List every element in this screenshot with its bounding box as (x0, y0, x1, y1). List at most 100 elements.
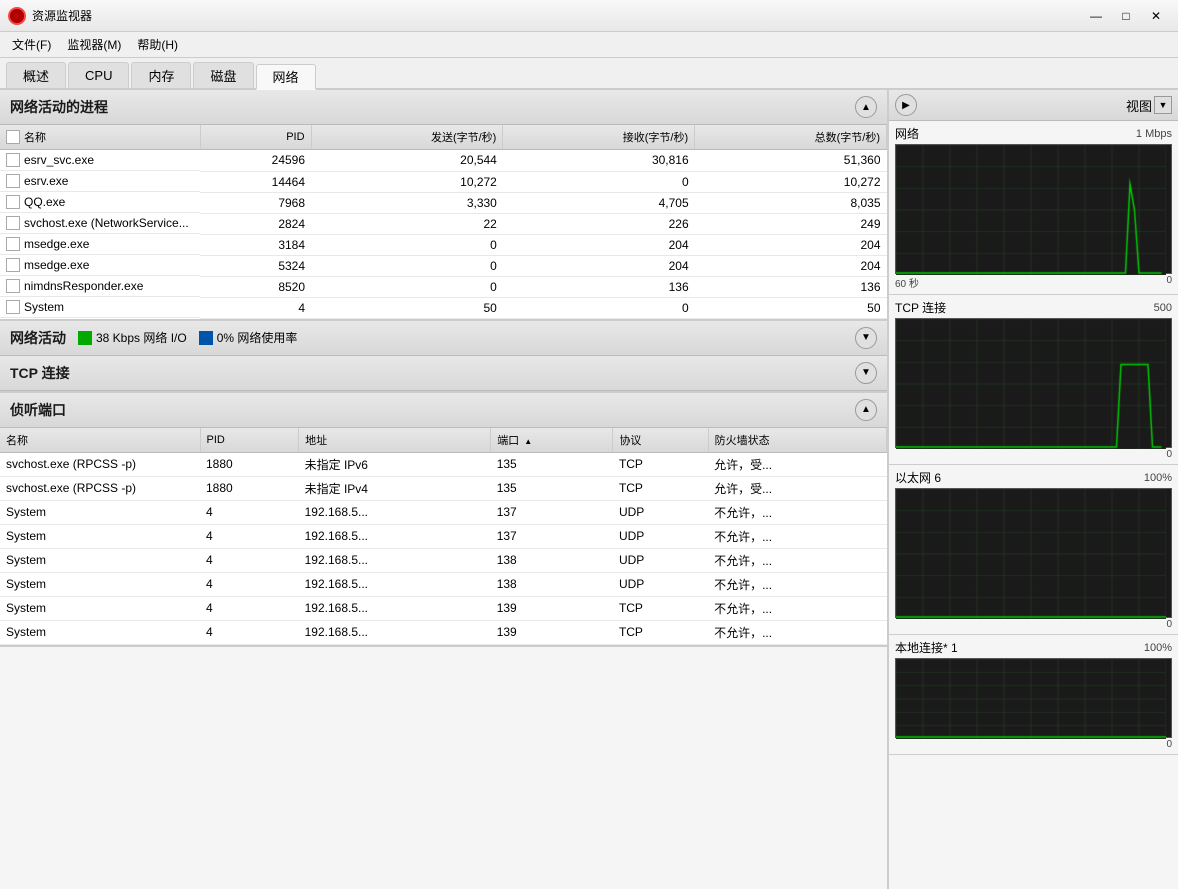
listen-name: System (0, 548, 200, 572)
process-recv: 204 (503, 255, 695, 276)
maximize-button[interactable]: □ (1112, 5, 1140, 27)
listen-row[interactable]: System 4 192.168.5... 139 TCP 不允许，... (0, 596, 887, 620)
process-name: msedge.exe (24, 237, 89, 251)
listen-col-fw[interactable]: 防火墙状态 (708, 428, 886, 453)
listen-col-proto[interactable]: 协议 (613, 428, 708, 453)
listen-proto: TCP (613, 476, 708, 500)
listen-name: svchost.exe (RPCSS -p) (0, 452, 200, 476)
process-checkbox[interactable] (6, 153, 20, 167)
process-section-header[interactable]: 网络活动的进程 ▲ (0, 90, 887, 125)
listen-row[interactable]: svchost.exe (RPCSS -p) 1880 未指定 IPv6 135… (0, 452, 887, 476)
network-activity-bar[interactable]: 网络活动 38 Kbps 网络 I/O 0% 网络使用率 ▼ (0, 321, 887, 356)
process-checkbox[interactable] (6, 195, 20, 209)
listen-col-name[interactable]: 名称 (0, 428, 200, 453)
process-name: esrv.exe (24, 174, 68, 188)
listen-proto: UDP (613, 548, 708, 572)
process-row[interactable]: QQ.exe 7968 3,330 4,705 8,035 (0, 192, 887, 213)
listen-row[interactable]: System 4 192.168.5... 138 UDP 不允许，... (0, 572, 887, 596)
process-name-cell: nimdnsResponder.exe (0, 276, 200, 297)
title-bar-left: 资源监视器 (8, 7, 92, 25)
col-pid[interactable]: PID (200, 125, 311, 150)
chart-value-local: 100% (1144, 642, 1172, 654)
process-row[interactable]: msedge.exe 3184 0 204 204 (0, 234, 887, 255)
listen-row[interactable]: System 4 192.168.5... 137 UDP 不允许，... (0, 524, 887, 548)
tab-bar: 概述 CPU 内存 磁盘 网络 (0, 58, 1178, 90)
listen-pid: 4 (200, 596, 299, 620)
network-usage-text: 0% 网络使用率 (217, 329, 298, 346)
process-checkbox[interactable] (6, 174, 20, 188)
process-name: svchost.exe (NetworkService... (24, 216, 189, 230)
minimize-button[interactable]: — (1082, 5, 1110, 27)
process-checkbox[interactable] (6, 216, 20, 230)
chart-label-tcp: TCP 连接 (895, 299, 946, 316)
listen-proto: TCP (613, 620, 708, 644)
view-dropdown-button[interactable]: ▼ (1154, 96, 1172, 114)
chart-header-network: 网络 1 Mbps (895, 125, 1172, 142)
tab-cpu[interactable]: CPU (68, 62, 129, 88)
right-nav-button[interactable]: ▶ (895, 94, 917, 116)
col-recv[interactable]: 接收(字节/秒) (503, 125, 695, 150)
listen-row[interactable]: svchost.exe (RPCSS -p) 1880 未指定 IPv4 135… (0, 476, 887, 500)
close-button[interactable]: ✕ (1142, 5, 1170, 27)
process-row[interactable]: esrv.exe 14464 10,272 0 10,272 (0, 171, 887, 192)
process-row[interactable]: esrv_svc.exe 24596 20,544 30,816 51,360 (0, 150, 887, 172)
process-row[interactable]: svchost.exe (NetworkService... 2824 22 2… (0, 213, 887, 234)
tcp-section-header[interactable]: TCP 连接 ▼ (0, 356, 887, 391)
process-recv: 0 (503, 171, 695, 192)
menu-help[interactable]: 帮助(H) (129, 34, 186, 55)
process-row[interactable]: msedge.exe 5324 0 204 204 (0, 255, 887, 276)
chart-footer-ethernet6: 0 (895, 619, 1172, 630)
tab-overview[interactable]: 概述 (6, 62, 66, 88)
menu-file[interactable]: 文件(F) (4, 34, 59, 55)
process-sent: 22 (311, 213, 503, 234)
right-view-label: 视图 (1126, 96, 1152, 115)
tab-disk[interactable]: 磁盘 (193, 62, 253, 88)
tcp-section-toggle[interactable]: ▼ (855, 362, 877, 384)
process-row[interactable]: System 4 50 0 50 (0, 297, 887, 318)
port-sort-arrow: ▲ (524, 437, 532, 446)
listen-row[interactable]: System 4 192.168.5... 138 UDP 不允许，... (0, 548, 887, 572)
process-checkbox[interactable] (6, 258, 20, 272)
listen-col-pid[interactable]: PID (200, 428, 299, 453)
listen-name: System (0, 500, 200, 524)
process-sent: 0 (311, 234, 503, 255)
listen-row[interactable]: System 4 192.168.5... 137 UDP 不允许，... (0, 500, 887, 524)
listen-section-toggle[interactable]: ▲ (855, 399, 877, 421)
process-name: esrv_svc.exe (24, 153, 94, 167)
tab-network[interactable]: 网络 (256, 64, 316, 90)
process-sent: 0 (311, 276, 503, 297)
col-sent[interactable]: 发送(字节/秒) (311, 125, 503, 150)
process-total: 249 (695, 213, 887, 234)
listen-proto: TCP (613, 596, 708, 620)
listen-section-title: 侦听端口 (10, 400, 66, 420)
process-row[interactable]: nimdnsResponder.exe 8520 0 136 136 (0, 276, 887, 297)
process-checkbox[interactable] (6, 279, 20, 293)
listen-proto: UDP (613, 572, 708, 596)
listen-addr: 192.168.5... (299, 500, 491, 524)
left-panel: 网络活动的进程 ▲ 名称 PID 发送(字节/秒) 接收(字节/秒 (0, 90, 888, 889)
blue-dot (199, 331, 213, 345)
select-all-checkbox[interactable] (6, 130, 20, 144)
process-section: 网络活动的进程 ▲ 名称 PID 发送(字节/秒) 接收(字节/秒 (0, 90, 887, 321)
col-name: 名称 (0, 125, 200, 150)
tab-memory[interactable]: 内存 (131, 62, 191, 88)
process-table: 名称 PID 发送(字节/秒) 接收(字节/秒) 总数(字节/秒) esrv_s… (0, 125, 887, 319)
process-checkbox[interactable] (6, 237, 20, 251)
process-checkbox[interactable] (6, 300, 20, 314)
listen-col-addr[interactable]: 地址 (299, 428, 491, 453)
process-section-toggle[interactable]: ▲ (855, 96, 877, 118)
listen-section-header[interactable]: 侦听端口 ▲ (0, 393, 887, 428)
listen-col-port[interactable]: 端口 ▲ (491, 428, 613, 453)
listen-row[interactable]: System 4 192.168.5... 139 TCP 不允许，... (0, 620, 887, 644)
listen-fw: 不允许，... (708, 524, 886, 548)
chart-canvas-container-local (895, 658, 1172, 738)
process-name: nimdnsResponder.exe (24, 279, 143, 293)
col-total[interactable]: 总数(字节/秒) (695, 125, 887, 150)
listen-port: 139 (491, 596, 613, 620)
chart-panel-network: 网络 1 Mbps 60 秒 0 (889, 121, 1178, 295)
menu-monitor[interactable]: 监视器(M) (59, 34, 129, 55)
process-total: 51,360 (695, 150, 887, 172)
network-activity-toggle[interactable]: ▼ (855, 327, 877, 349)
listen-fw: 不允许，... (708, 620, 886, 644)
chart-label-ethernet6: 以太网 6 (895, 469, 941, 486)
